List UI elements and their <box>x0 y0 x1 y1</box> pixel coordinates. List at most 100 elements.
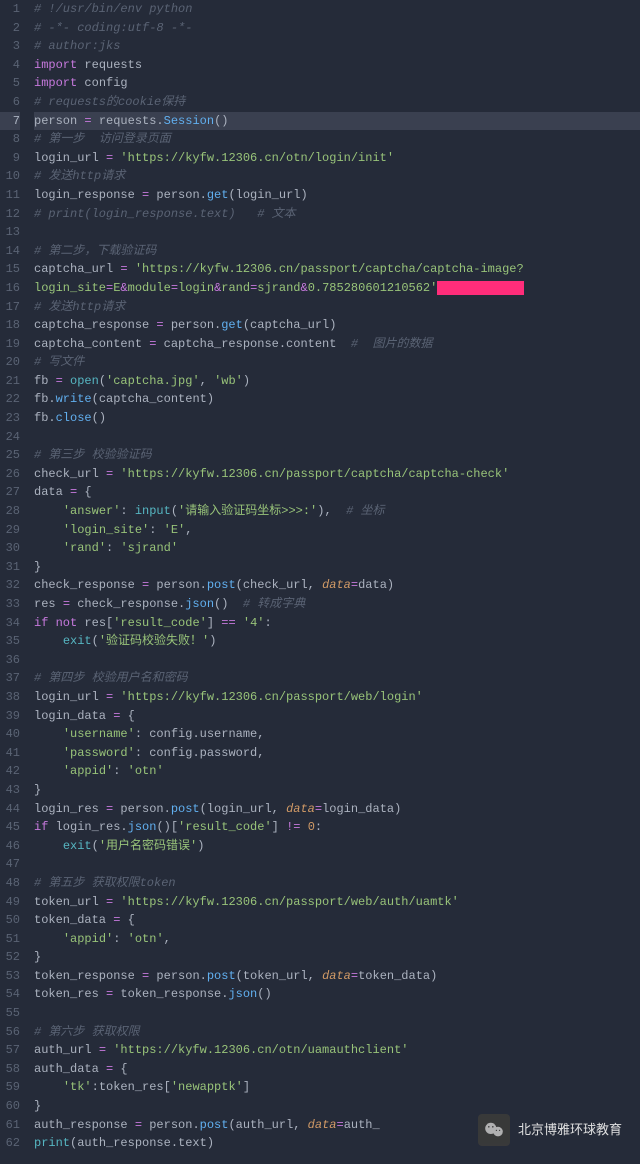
token: = <box>156 318 163 332</box>
code-line[interactable]: import requests <box>34 56 640 75</box>
code-line[interactable] <box>34 428 640 447</box>
code-line[interactable]: # 发送http请求 <box>34 167 640 186</box>
token: captcha_response.content <box>156 337 343 351</box>
token: 'wb' <box>214 374 243 388</box>
code-line[interactable]: fb.close() <box>34 409 640 428</box>
token: post <box>171 802 200 816</box>
code-line[interactable]: 'rand': 'sjrand' <box>34 539 640 558</box>
token: = <box>63 597 70 611</box>
token: 'result_code' <box>178 820 272 834</box>
code-line[interactable]: login_url = 'https://kyfw.12306.cn/otn/l… <box>34 149 640 168</box>
code-editor[interactable]: 1234567891011121314151617181920212223242… <box>0 0 640 1153</box>
code-line[interactable]: # 第三步 校验验证码 <box>34 446 640 465</box>
token: post <box>200 1118 229 1132</box>
code-line[interactable]: 'answer': input('请输入验证码坐标>>>:'), # 坐标 <box>34 502 640 521</box>
code-line[interactable]: } <box>34 558 640 577</box>
code-line[interactable]: auth_url = 'https://kyfw.12306.cn/otn/ua… <box>34 1041 640 1060</box>
token: requests <box>77 58 142 72</box>
code-line[interactable] <box>34 223 640 242</box>
token: data <box>34 485 70 499</box>
token <box>48 616 55 630</box>
code-line[interactable]: 'login_site': 'E', <box>34 521 640 540</box>
code-line[interactable]: exit('用户名密码错误') <box>34 837 640 856</box>
token: auth_response <box>34 1118 135 1132</box>
code-line[interactable]: login_url = 'https://kyfw.12306.cn/passp… <box>34 688 640 707</box>
code-line[interactable]: fb = open('captcha.jpg', 'wb') <box>34 372 640 391</box>
line-number: 61 <box>0 1116 20 1135</box>
token: # 转成字典 <box>236 597 306 611</box>
token: input <box>135 504 171 518</box>
line-number: 31 <box>0 558 20 577</box>
code-line[interactable]: login_data = { <box>34 707 640 726</box>
code-line[interactable]: # 第一步 访问登录页面 <box>34 130 640 149</box>
token: token_data <box>34 913 113 927</box>
code-line[interactable]: 'appid': 'otn', <box>34 930 640 949</box>
token: 'rand' <box>63 541 106 555</box>
code-line[interactable]: token_url = 'https://kyfw.12306.cn/passp… <box>34 893 640 912</box>
token: post <box>207 578 236 592</box>
token: # 第一步 访问登录页面 <box>34 132 171 146</box>
code-line[interactable]: # author:jks <box>34 37 640 56</box>
code-line[interactable]: # 发送http请求 <box>34 298 640 317</box>
token <box>34 1080 63 1094</box>
token: json <box>128 820 157 834</box>
code-line[interactable] <box>34 855 640 874</box>
code-line[interactable]: if not res['result_code'] == '4': <box>34 614 640 633</box>
code-line[interactable]: # 写文件 <box>34 353 640 372</box>
code-line[interactable]: login_site=E&module=login&rand=sjrand&0.… <box>34 279 640 298</box>
code-line[interactable]: check_url = 'https://kyfw.12306.cn/passp… <box>34 465 640 484</box>
code-line[interactable]: # 第四步 校验用户名和密码 <box>34 669 640 688</box>
token <box>34 764 63 778</box>
code-area[interactable]: # !/usr/bin/env python# -*- coding:utf-8… <box>28 0 640 1153</box>
code-line[interactable] <box>34 1004 640 1023</box>
code-line[interactable]: captcha_response = person.get(captcha_ur… <box>34 316 640 335</box>
code-line[interactable]: 'username': config.username, <box>34 725 640 744</box>
code-line[interactable]: res = check_response.json() # 转成字典 <box>34 595 640 614</box>
code-line[interactable]: 'appid': 'otn' <box>34 762 640 781</box>
code-line[interactable]: # requests的cookie保持 <box>34 93 640 112</box>
line-number: 32 <box>0 576 20 595</box>
code-line[interactable]: token_response = person.post(token_url, … <box>34 967 640 986</box>
code-line[interactable]: check_response = person.post(check_url, … <box>34 576 640 595</box>
token: = <box>56 374 63 388</box>
code-line[interactable]: # 第二步，下载验证码 <box>34 242 640 261</box>
code-line[interactable]: login_response = person.get(login_url) <box>34 186 640 205</box>
code-line[interactable]: # print(login_response.text) # 文本 <box>34 205 640 224</box>
code-line[interactable]: 'password': config.password, <box>34 744 640 763</box>
line-number: 27 <box>0 483 20 502</box>
token: ( <box>99 374 106 388</box>
token: ), <box>317 504 346 518</box>
code-line[interactable]: import config <box>34 74 640 93</box>
line-number: 22 <box>0 390 20 409</box>
code-line[interactable]: fb.write(captcha_content) <box>34 390 640 409</box>
code-line[interactable]: } <box>34 948 640 967</box>
code-line[interactable]: exit('验证码校验失败！') <box>34 632 640 651</box>
code-line[interactable]: captcha_content = captcha_response.conte… <box>34 335 640 354</box>
token: Session <box>164 114 214 128</box>
line-number: 2 <box>0 19 20 38</box>
code-line[interactable]: captcha_url = 'https://kyfw.12306.cn/pas… <box>34 260 640 279</box>
code-line[interactable]: # 第六步 获取权限 <box>34 1023 640 1042</box>
code-line[interactable]: person = requests.Session() <box>34 112 640 131</box>
code-line[interactable] <box>34 651 640 670</box>
code-line[interactable]: token_res = token_response.json() <box>34 985 640 1004</box>
code-line[interactable]: if login_res.json()['result_code'] != 0: <box>34 818 640 837</box>
code-line[interactable]: 'tk':token_res['newapptk'] <box>34 1078 640 1097</box>
code-line[interactable]: # -*- coding:utf-8 -*- <box>34 19 640 38</box>
token: captcha_response <box>34 318 156 332</box>
code-line[interactable]: auth_data = { <box>34 1060 640 1079</box>
token: import <box>34 58 77 72</box>
token: (check_url, <box>236 578 322 592</box>
code-line[interactable]: token_data = { <box>34 911 640 930</box>
code-line[interactable]: data = { <box>34 483 640 502</box>
line-number: 62 <box>0 1134 20 1153</box>
code-line[interactable]: # !/usr/bin/env python <box>34 0 640 19</box>
wechat-icon <box>478 1114 510 1146</box>
code-line[interactable]: } <box>34 781 640 800</box>
code-line[interactable]: login_res = person.post(login_url, data=… <box>34 800 640 819</box>
line-number: 36 <box>0 651 20 670</box>
line-number: 7 <box>0 112 20 131</box>
code-line[interactable]: # 第五步 获取权限token <box>34 874 640 893</box>
code-line[interactable]: } <box>34 1097 640 1116</box>
token: : config.password, <box>135 746 265 760</box>
